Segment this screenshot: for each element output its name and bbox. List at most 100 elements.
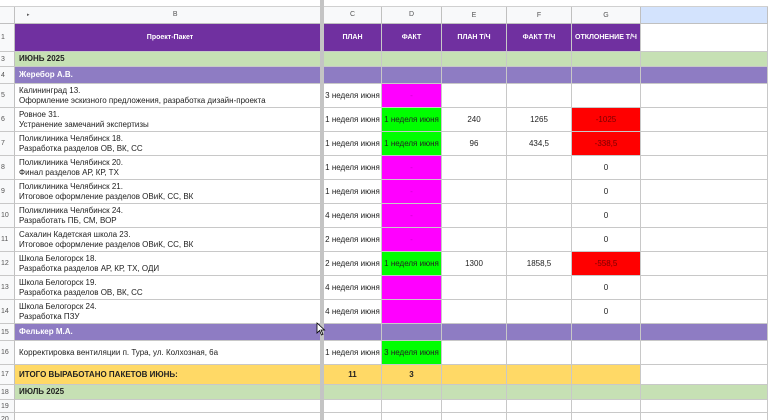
cell-empty[interactable] <box>641 252 768 276</box>
person-label[interactable]: Фелькер М.А. <box>15 324 322 341</box>
cell-plan[interactable] <box>324 324 382 341</box>
column-header-f[interactable]: F <box>507 7 572 24</box>
cell-plan-hours[interactable] <box>442 180 507 204</box>
cell-fact[interactable] <box>382 67 442 84</box>
empty-cell[interactable] <box>15 400 322 413</box>
cell-plan[interactable]: 2 неделя июня <box>324 252 382 276</box>
cell-project[interactable]: Поликлиника Челябинск 24. Разработать ПБ,… <box>15 204 322 228</box>
empty-cell[interactable] <box>15 413 322 420</box>
total-label[interactable]: ИТОГО ВЫРАБОТАНО ПАКЕТОВ ИЮНЬ: <box>15 365 322 385</box>
cell-plan[interactable]: 4 неделя июня <box>324 300 382 324</box>
cell-deviation[interactable] <box>572 67 641 84</box>
cell-plan-hours[interactable] <box>442 52 507 67</box>
row-number[interactable]: 17 <box>0 365 15 385</box>
cell-empty[interactable] <box>641 228 768 252</box>
cell-deviation[interactable]: 0 <box>572 228 641 252</box>
cell-plan[interactable]: 1 неделя июня <box>324 341 382 365</box>
cell-fact-hours[interactable] <box>507 341 572 365</box>
row-number[interactable]: 7 <box>0 132 15 156</box>
cell-fact[interactable]: - <box>382 84 442 108</box>
empty-cell[interactable] <box>324 413 382 420</box>
cell-project[interactable]: Поликлиника Челябинск 20. Финал разделов … <box>15 156 322 180</box>
cell-deviation[interactable] <box>572 365 641 385</box>
empty-cell[interactable] <box>641 413 768 420</box>
header-empty[interactable] <box>641 24 768 52</box>
cell-empty[interactable] <box>641 204 768 228</box>
cell-plan[interactable]: 1 неделя июня <box>324 156 382 180</box>
cell-fact-hours[interactable]: 1265 <box>507 108 572 132</box>
cell-deviation[interactable]: 0 <box>572 276 641 300</box>
row-number[interactable]: 14 <box>0 300 15 324</box>
cell-fact[interactable] <box>382 52 442 67</box>
cell-deviation[interactable]: 0 <box>572 156 641 180</box>
cell-plan[interactable]: 1 неделя июня <box>324 132 382 156</box>
cell-plan[interactable] <box>324 385 382 400</box>
cell-fact-hours[interactable] <box>507 67 572 84</box>
empty-cell[interactable] <box>572 413 641 420</box>
cell-plan[interactable]: 3 неделя июня <box>324 84 382 108</box>
cell-fact[interactable]: - <box>382 204 442 228</box>
month-label[interactable]: ИЮЛЬ 2025 <box>15 385 322 400</box>
row-number[interactable]: 3 <box>0 52 15 67</box>
person-label[interactable]: Жеребор А.В. <box>15 67 322 84</box>
cell-empty[interactable] <box>641 324 768 341</box>
cell-deviation[interactable] <box>572 324 641 341</box>
cell-empty[interactable] <box>641 156 768 180</box>
cell-deviation[interactable]: 0 <box>572 300 641 324</box>
empty-cell[interactable] <box>382 400 442 413</box>
row-number[interactable]: 4 <box>0 67 15 84</box>
header-plan-hours[interactable]: ПЛАН Т/Ч <box>442 24 507 52</box>
cell-empty[interactable] <box>641 365 768 385</box>
empty-cell[interactable] <box>324 400 382 413</box>
cell-deviation[interactable] <box>572 52 641 67</box>
row-number[interactable]: 11 <box>0 228 15 252</box>
cell-empty[interactable] <box>641 300 768 324</box>
spreadsheet-grid[interactable]: ▸ B C D E F G 1 Проект-Пакет ПЛАН ФАКТ ПЛ… <box>0 0 768 420</box>
cell-plan-hours[interactable] <box>442 324 507 341</box>
cell-deviation[interactable]: 0 <box>572 204 641 228</box>
cell-plan-hours[interactable] <box>442 276 507 300</box>
cell-deviation[interactable]: 0 <box>572 180 641 204</box>
cell-fact[interactable]: - <box>382 156 442 180</box>
cell-fact-hours[interactable] <box>507 180 572 204</box>
row-number[interactable]: 19 <box>0 400 15 413</box>
cell-fact-hours[interactable] <box>507 276 572 300</box>
empty-cell[interactable] <box>382 413 442 420</box>
cell-plan-hours[interactable]: 240 <box>442 108 507 132</box>
cell-plan[interactable]: 1 неделя июня <box>324 180 382 204</box>
cell-project[interactable]: Калининград 13. Оформление эскизного пред… <box>15 84 322 108</box>
cell-plan-hours[interactable] <box>442 300 507 324</box>
cell-empty[interactable] <box>641 385 768 400</box>
cell-plan[interactable]: 4 неделя июня <box>324 204 382 228</box>
cell-plan-hours[interactable] <box>442 84 507 108</box>
cell-plan-hours[interactable] <box>442 341 507 365</box>
total-fact[interactable]: 3 <box>382 365 442 385</box>
header-deviation[interactable]: ОТКЛОНЕНИЕ Т/Ч <box>572 24 641 52</box>
header-plan[interactable]: ПЛАН <box>324 24 382 52</box>
cell-plan-hours[interactable] <box>442 156 507 180</box>
column-header-d[interactable]: D <box>382 7 442 24</box>
cell-fact[interactable]: 3 неделя июня <box>382 341 442 365</box>
cell-project[interactable]: Ровное 31. Устранение замечаний экспертиз… <box>15 108 322 132</box>
row-number[interactable]: 15 <box>0 324 15 341</box>
cell-plan[interactable] <box>324 52 382 67</box>
cell-project[interactable]: Школа Белогорск 24. Разработка ПЗУ <box>15 300 322 324</box>
cell-empty[interactable] <box>641 84 768 108</box>
cell-fact[interactable]: - <box>382 228 442 252</box>
cell-fact-hours[interactable] <box>507 365 572 385</box>
cell-empty[interactable] <box>641 132 768 156</box>
month-label[interactable]: ИЮНЬ 2025 <box>15 52 322 67</box>
cell-fact[interactable]: 1 неделя июня <box>382 252 442 276</box>
cell-fact[interactable]: 1 неделя июня <box>382 132 442 156</box>
row-number[interactable]: 5 <box>0 84 15 108</box>
cell-deviation[interactable]: -338,5 <box>572 132 641 156</box>
cell-plan[interactable]: 1 неделя июня <box>324 108 382 132</box>
empty-cell[interactable] <box>641 400 768 413</box>
cell-project[interactable]: Сахалин Кадетская школа 23. Итоговое офор… <box>15 228 322 252</box>
cell-plan-hours[interactable]: 1300 <box>442 252 507 276</box>
cell-empty[interactable] <box>641 67 768 84</box>
cell-plan-hours[interactable] <box>442 365 507 385</box>
select-all-corner[interactable] <box>0 7 15 24</box>
column-header-e[interactable]: E <box>442 7 507 24</box>
row-number[interactable]: 1 <box>0 24 15 52</box>
